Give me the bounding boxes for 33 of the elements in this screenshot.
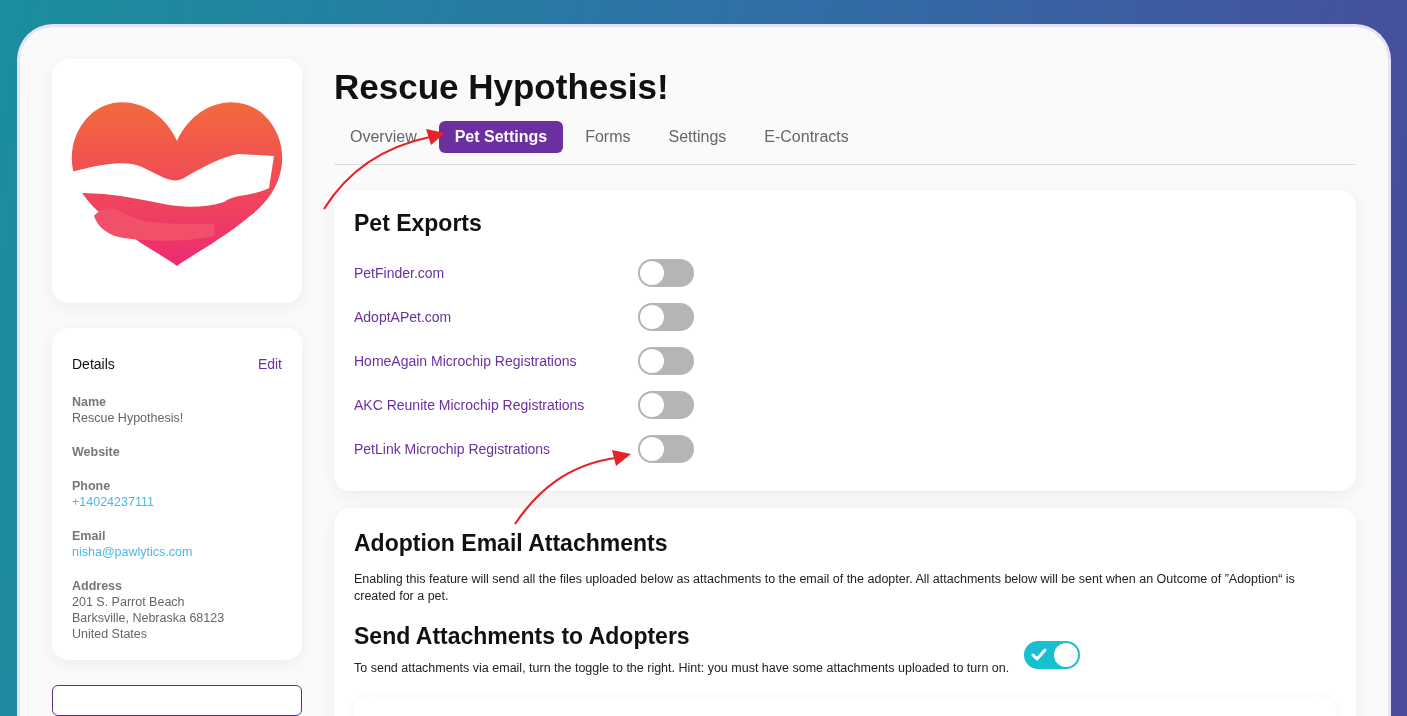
export-label: HomeAgain Microchip Registrations — [354, 353, 578, 369]
toggle-switch[interactable] — [638, 303, 694, 331]
export-label: AKC Reunite Microchip Registrations — [354, 397, 586, 413]
page-title: Rescue Hypothesis! — [334, 67, 670, 107]
export-label: PetFinder.com — [354, 265, 446, 281]
field-label: Address — [72, 577, 124, 594]
section-title: Send Attachments to Adopters — [354, 623, 691, 650]
toggle-switch[interactable] — [638, 259, 694, 287]
export-label: PetLink Microchip Registrations — [354, 441, 552, 457]
field-label: Phone — [72, 477, 112, 494]
tab[interactable]: Overview — [334, 121, 433, 153]
field-value: 201 S. Parrot Beach Barksville, Nebraska 68123 United States — [72, 593, 226, 642]
toggle-switch[interactable] — [638, 435, 694, 463]
section-description: To send attachments via email, turn the toggle to the right. Hint: you must have some attachments uploaded to turn on. — [354, 660, 1010, 677]
check-icon — [1031, 648, 1048, 662]
section-title: Adoption Email Attachments — [354, 530, 669, 557]
details-title: Details — [72, 355, 115, 372]
field-value: Rescue Hypothesis! — [72, 409, 185, 426]
field-label: Name — [72, 393, 108, 410]
tab[interactable]: Settings — [652, 121, 743, 153]
field-label: Website — [72, 443, 121, 460]
edit-link[interactable]: Edit — [257, 355, 282, 372]
tab[interactable]: Pet Settings — [438, 121, 564, 153]
tab[interactable]: E-Contracts — [748, 121, 865, 153]
section-description: Enabling this feature will send all the files uploaded below as attachments to the email of the adopter. All attachments below will be sent when an Outcome of ”Adoption“ is created for a pet. — [354, 571, 1296, 605]
sidebar-button[interactable] — [52, 684, 302, 716]
toggle-switch[interactable] — [638, 391, 694, 419]
toggle-switch[interactable] — [1024, 641, 1081, 669]
field-label: Email — [72, 527, 107, 544]
toggle-switch[interactable] — [638, 347, 694, 375]
section-title: Pet Exports — [354, 210, 483, 237]
tab[interactable]: Forms — [569, 121, 647, 153]
export-label: AdoptAPet.com — [354, 309, 453, 325]
